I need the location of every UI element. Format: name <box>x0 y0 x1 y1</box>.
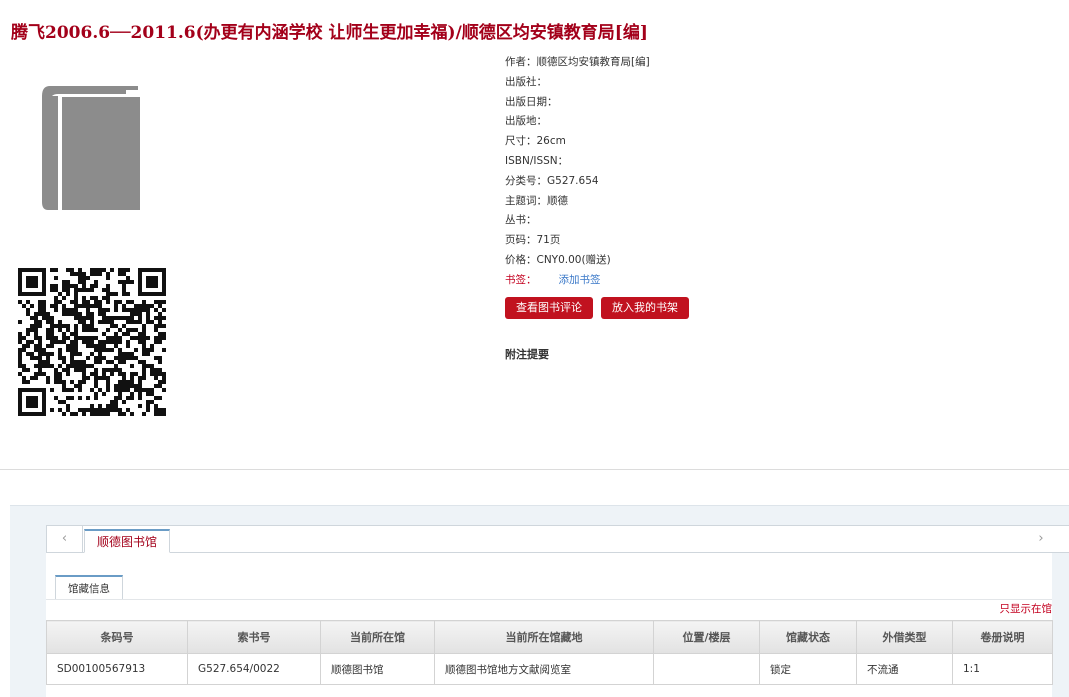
meta-label: 丛书： <box>505 214 537 227</box>
meta-row: 出版日期： <box>505 93 905 113</box>
column-header: 位置/楼层 <box>653 620 760 654</box>
table-cell: 不流通 <box>856 653 953 685</box>
column-header: 索书号 <box>187 620 321 654</box>
table-cell: 1:1 <box>952 653 1053 685</box>
meta-label: 出版日期： <box>505 95 558 108</box>
meta-label: 尺寸： <box>505 135 537 148</box>
holdings-panel: 馆藏信息 只显示在馆 条码号 索书号 当前所在馆 当前所在馆藏地 位置/楼层 馆藏状态 外借… <box>46 553 1053 697</box>
library-tab-bar: ‹ 顺德图书馆 › <box>46 525 1069 553</box>
table-cell: SD00100567913 <box>46 653 188 685</box>
only-available-link[interactable]: 只显示在馆 <box>1000 601 1053 616</box>
column-header: 外借类型 <box>856 620 953 654</box>
meta-row: 页码：71页 <box>505 231 905 251</box>
meta-row: 尺寸：26cm <box>505 132 905 152</box>
tab-holdings-info[interactable]: 馆藏信息 <box>55 575 123 600</box>
meta-label: 分类号： <box>505 174 547 187</box>
column-header: 条码号 <box>46 620 188 654</box>
meta-value: 顺德 <box>547 194 568 207</box>
meta-row: 分类号：G527.654 <box>505 172 905 192</box>
table-cell: 顺德图书馆地方文献阅览室 <box>434 653 654 685</box>
bookmark-label: 书签： <box>505 273 537 286</box>
action-buttons: 查看图书评论 放入我的书架 <box>505 297 689 319</box>
meta-row: 价格：CNY0.00(赠送) <box>505 251 905 271</box>
notes-heading: 附注提要 <box>505 348 549 361</box>
divider <box>46 599 1052 600</box>
meta-row: 丛书： <box>505 211 905 231</box>
meta-row: 作者：顺德区均安镇教育局[编] <box>505 53 905 73</box>
page-title: 腾飞2006.6──2011.6(办更有内涵学校 让师生更加幸福)/顺德区均安镇… <box>11 23 648 43</box>
meta-label: 出版地： <box>505 115 547 128</box>
meta-row: 出版社： <box>505 73 905 93</box>
meta-value: 71页 <box>536 234 561 247</box>
meta-row: 主题词：顺德 <box>505 192 905 212</box>
table-cell <box>653 653 760 685</box>
table-row: SD00100567913 G527.654/0022 顺德图书馆 顺德图书馆地方文献… <box>46 653 1053 685</box>
holdings-table: 条码号 索书号 当前所在馆 当前所在馆藏地 位置/楼层 馆藏状态 外借类型 卷册说明 SD00… <box>46 620 1053 685</box>
bookmark-row: 书签： 添加书签 <box>505 271 905 291</box>
meta-label: 作者： <box>505 56 537 68</box>
table-cell: G527.654/0022 <box>187 653 321 685</box>
tab-library-shunde[interactable]: 顺德图书馆 <box>84 529 171 553</box>
book-metadata: 作者：顺德区均安镇教育局[编] 出版社： 出版日期： 出版地： 尺寸：26cm ISBN/… <box>505 53 905 291</box>
qr-code-icon <box>18 268 166 416</box>
meta-label: 价格： <box>505 253 537 266</box>
column-header: 当前所在馆藏地 <box>434 620 654 654</box>
meta-row: 出版地： <box>505 112 905 132</box>
meta-label: ISBN/ISSN： <box>505 154 569 167</box>
meta-label: 出版社： <box>505 75 547 88</box>
column-header: 卷册说明 <box>952 620 1053 654</box>
tab-next-arrow-icon[interactable]: › <box>1031 526 1051 552</box>
column-header: 馆藏状态 <box>759 620 857 654</box>
table-cell: 锁定 <box>759 653 857 685</box>
column-header: 当前所在馆 <box>320 620 435 654</box>
meta-value: CNY0.00(赠送) <box>536 253 611 266</box>
meta-label: 主题词： <box>505 194 547 207</box>
book-icon <box>42 86 140 210</box>
divider <box>0 469 1069 470</box>
view-reviews-button[interactable]: 查看图书评论 <box>505 297 593 319</box>
meta-value: 顺德区均安镇教育局[编] <box>536 56 650 68</box>
meta-value: 26cm <box>536 135 566 148</box>
table-cell: 顺德图书馆 <box>320 653 435 685</box>
add-bookmark-link[interactable]: 添加书签 <box>559 274 601 286</box>
tab-prev-arrow-icon[interactable]: ‹ <box>47 526 83 552</box>
meta-row: ISBN/ISSN： <box>505 152 905 172</box>
add-to-shelf-button[interactable]: 放入我的书架 <box>601 297 689 319</box>
meta-label: 页码： <box>505 234 537 247</box>
meta-value: G527.654 <box>547 174 599 187</box>
